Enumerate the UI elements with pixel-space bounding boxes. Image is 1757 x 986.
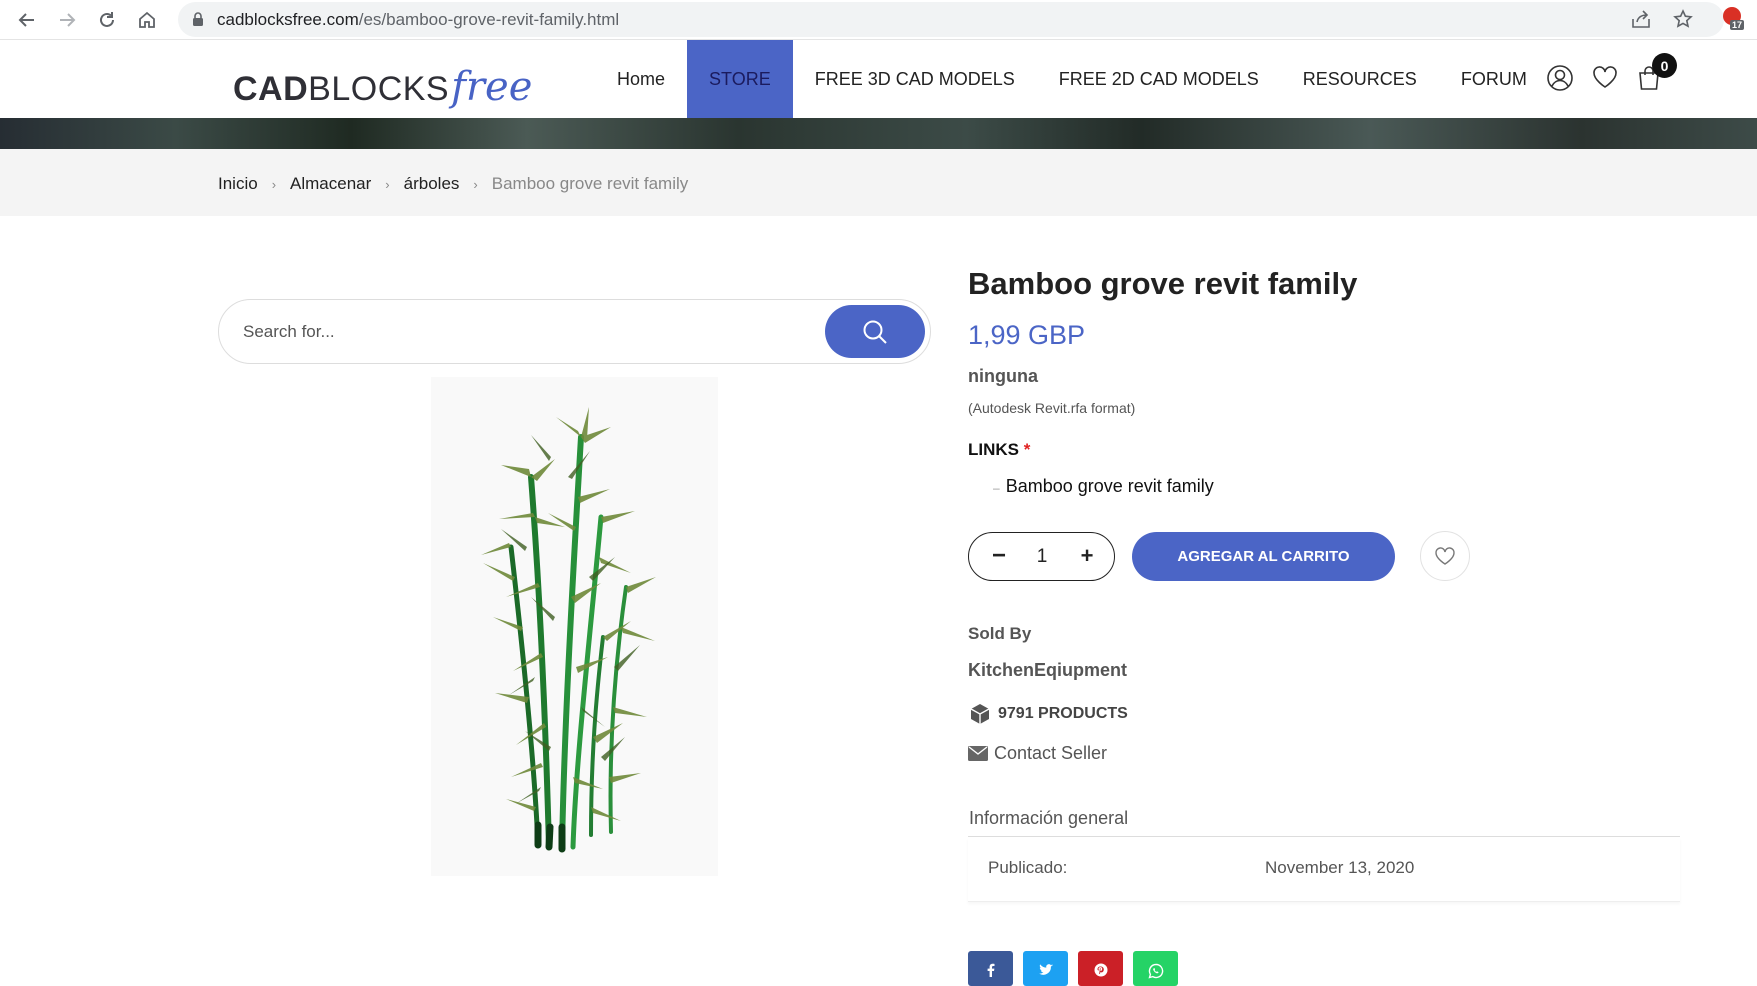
quantity-stepper: − 1 +: [968, 532, 1115, 581]
nav-free-3d-cad-models[interactable]: FREE 3D CAD MODELS: [793, 40, 1037, 118]
site-header: CADBLOCKSfree Home STORE FREE 3D CAD MOD…: [0, 40, 1757, 118]
product-search: [218, 299, 931, 364]
info-row-published: Publicado: November 13, 2020: [968, 838, 1680, 902]
chevron-right-icon: ›: [473, 176, 478, 192]
breadcrumb-current: Bamboo grove revit family: [491, 174, 689, 193]
breadcrumb-link-arboles[interactable]: árboles: [404, 174, 460, 194]
pinterest-icon: [1094, 963, 1107, 977]
link-option[interactable]: – Bamboo grove revit family: [993, 476, 1214, 497]
quantity-value[interactable]: 1: [1027, 546, 1057, 568]
tab-general-info[interactable]: Información general: [969, 808, 1128, 829]
share-pinterest-button[interactable]: [1078, 951, 1123, 986]
add-to-cart-button[interactable]: AGREGAR AL CARRITO: [1132, 532, 1395, 581]
home-icon[interactable]: [132, 5, 162, 35]
share-page-icon[interactable]: [1630, 9, 1652, 29]
required-asterisk: *: [1023, 440, 1031, 459]
bookmark-star-icon[interactable]: [1673, 9, 1693, 29]
url-text: cadblocksfree.com/es/bamboo-grove-revit-…: [217, 10, 620, 29]
seller-name-link[interactable]: KitchenEqiupment: [968, 660, 1127, 681]
hero-banner-strip: [0, 118, 1757, 149]
twitter-icon: [1038, 964, 1053, 975]
share-facebook-button[interactable]: [968, 951, 1013, 986]
extension-icon[interactable]: 17: [1722, 6, 1746, 30]
product-price: 1,99 GBP: [968, 320, 1086, 350]
facebook-icon: [987, 963, 994, 977]
main-nav: Home STORE FREE 3D CAD MODELS FREE 2D CA…: [595, 40, 1549, 118]
product-brand: ninguna: [968, 366, 1038, 386]
info-value: November 13, 2020: [1265, 858, 1415, 877]
chevron-right-icon: ›: [271, 176, 277, 192]
extension-badge: 17: [1730, 20, 1745, 30]
breadcrumb-link-almacenar[interactable]: Almacenar: [290, 174, 371, 194]
address-bar[interactable]: cadblocksfree.com/es/bamboo-grove-revit-…: [178, 2, 1724, 37]
product-image-bamboo[interactable]: [431, 377, 718, 876]
info-key: Publicado:: [988, 858, 1068, 877]
wishlist-heart-icon[interactable]: [1591, 64, 1619, 90]
search-icon: [863, 320, 887, 344]
chevron-right-icon: ›: [385, 176, 390, 192]
breadcrumb-link-inicio[interactable]: Inicio: [218, 174, 258, 194]
reload-icon[interactable]: [92, 5, 122, 35]
box-icon: [970, 704, 990, 724]
whatsapp-icon: [1147, 963, 1163, 979]
share-twitter-button[interactable]: [1023, 951, 1068, 986]
back-icon[interactable]: [12, 5, 42, 35]
search-input[interactable]: [243, 318, 803, 346]
dash-icon: –: [993, 481, 1000, 495]
seller-products-count[interactable]: 9791 PRODUCTS: [968, 702, 1128, 726]
decrease-quantity-button[interactable]: −: [987, 542, 1011, 569]
heart-icon: [1435, 547, 1455, 565]
lock-icon: [192, 12, 204, 27]
envelope-icon: [968, 746, 988, 761]
cart-count-badge: 0: [1652, 53, 1677, 78]
search-button[interactable]: [825, 305, 925, 358]
nav-store[interactable]: STORE: [687, 40, 793, 118]
product-title: Bamboo grove revit family: [968, 266, 1358, 301]
forward-icon[interactable]: [52, 5, 82, 35]
breadcrumb: Inicio › Almacenar › árboles › Bamboo gr…: [0, 149, 1757, 216]
add-to-wishlist-button[interactable]: [1420, 531, 1470, 581]
product-format: (Autodesk Revit.rfa format): [968, 400, 1136, 416]
nav-forum[interactable]: FORUM: [1439, 40, 1549, 118]
site-logo[interactable]: CADBLOCKSfree: [233, 64, 532, 110]
account-icon[interactable]: [1546, 64, 1574, 92]
divider: [968, 836, 1680, 837]
contact-seller-link[interactable]: Contact Seller: [968, 743, 1107, 764]
increase-quantity-button[interactable]: +: [1075, 543, 1099, 568]
browser-toolbar: cadblocksfree.com/es/bamboo-grove-revit-…: [0, 0, 1757, 40]
sold-by-label: Sold By: [968, 624, 1032, 643]
links-label: LINKS *: [968, 440, 1031, 459]
nav-free-2d-cad-models[interactable]: FREE 2D CAD MODELS: [1037, 40, 1281, 118]
nav-home[interactable]: Home: [595, 40, 687, 118]
nav-resources[interactable]: RESOURCES: [1281, 40, 1439, 118]
share-whatsapp-button[interactable]: [1133, 951, 1178, 986]
